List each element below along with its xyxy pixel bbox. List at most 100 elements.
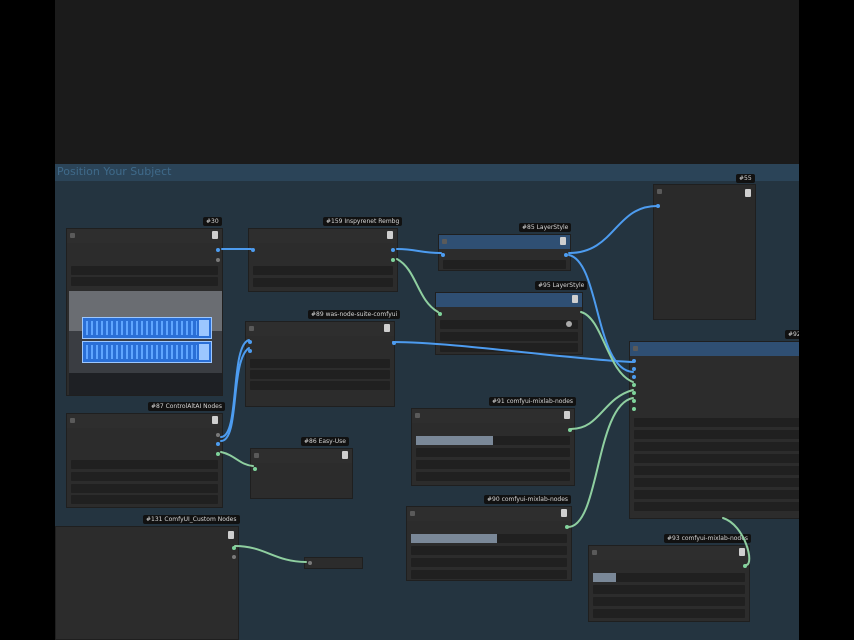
output-pin[interactable]	[392, 341, 396, 345]
output-pin[interactable]	[391, 248, 395, 252]
node-85-layerstyle[interactable]	[438, 234, 571, 271]
input-pin[interactable]	[248, 340, 252, 344]
node-header[interactable]	[249, 229, 397, 243]
document-icon[interactable]	[387, 231, 393, 239]
node-header[interactable]	[436, 293, 582, 307]
widget-row[interactable]	[634, 466, 799, 475]
input-pin[interactable]	[632, 367, 636, 371]
widget-row[interactable]	[634, 502, 799, 511]
collapse-dot-icon[interactable]	[442, 239, 447, 244]
collapse-dot-icon[interactable]	[70, 418, 75, 423]
widget-row[interactable]	[411, 558, 567, 567]
output-pin[interactable]	[568, 428, 572, 432]
node-159-inspyrenet-rembg[interactable]	[248, 228, 398, 292]
graph-canvas[interactable]: Position Your Subject #30 #159 Inspyrene…	[55, 0, 799, 640]
reroute-node[interactable]	[304, 557, 363, 569]
widget-row[interactable]	[250, 359, 390, 368]
node-86-easy-use[interactable]	[250, 448, 353, 499]
widget-row[interactable]	[71, 266, 218, 275]
node-95-layerstyle[interactable]	[435, 292, 583, 355]
widget-row[interactable]	[634, 490, 799, 499]
input-pin[interactable]	[251, 248, 255, 252]
input-pin[interactable]	[308, 561, 312, 565]
input-pin[interactable]	[248, 349, 252, 353]
widget-row[interactable]	[71, 472, 218, 481]
document-icon[interactable]	[564, 411, 570, 419]
widget-row[interactable]	[634, 418, 799, 427]
document-icon[interactable]	[342, 451, 348, 459]
widget-row[interactable]	[250, 370, 390, 379]
widget-row[interactable]	[416, 472, 570, 481]
collapse-dot-icon[interactable]	[415, 413, 420, 418]
widget-row[interactable]	[443, 260, 566, 269]
node-header[interactable]	[589, 546, 749, 560]
document-icon[interactable]	[212, 231, 218, 239]
node-header[interactable]	[630, 342, 799, 356]
collapse-dot-icon[interactable]	[249, 326, 254, 331]
node-92-compositor[interactable]	[629, 341, 799, 519]
widget-row[interactable]	[71, 460, 218, 469]
node-55-preview[interactable]	[653, 184, 756, 320]
document-icon[interactable]	[384, 324, 390, 332]
node-30-load-image[interactable]	[66, 228, 223, 396]
widget-row[interactable]	[71, 495, 218, 504]
document-icon[interactable]	[561, 509, 567, 517]
slider-widget[interactable]	[416, 436, 570, 445]
output-pin[interactable]	[232, 546, 236, 550]
document-icon[interactable]	[228, 531, 234, 539]
output-pin[interactable]	[216, 248, 220, 252]
input-pin[interactable]	[656, 204, 660, 208]
widget-row[interactable]	[71, 277, 218, 286]
toggle-icon[interactable]	[566, 321, 572, 327]
widget-row[interactable]	[634, 478, 799, 487]
input-pin[interactable]	[632, 383, 636, 387]
slider-widget[interactable]	[593, 573, 745, 582]
node-header[interactable]	[251, 449, 352, 463]
widget-row[interactable]	[440, 343, 578, 352]
document-icon[interactable]	[212, 416, 218, 424]
node-93-mixlab[interactable]	[588, 545, 750, 622]
output-pin[interactable]	[565, 525, 569, 529]
output-pin[interactable]	[391, 258, 395, 262]
node-header[interactable]	[246, 322, 394, 336]
node-91-mixlab[interactable]	[411, 408, 575, 486]
widget-row[interactable]	[411, 570, 567, 579]
document-icon[interactable]	[572, 295, 578, 303]
node-header[interactable]	[67, 229, 222, 243]
output-pin[interactable]	[216, 258, 220, 262]
input-pin[interactable]	[632, 407, 636, 411]
output-pin[interactable]	[564, 253, 568, 257]
widget-row[interactable]	[440, 320, 578, 329]
widget-row[interactable]	[634, 430, 799, 439]
input-pin[interactable]	[632, 375, 636, 379]
input-pin[interactable]	[632, 391, 636, 395]
node-90-mixlab[interactable]	[406, 506, 572, 581]
widget-row[interactable]	[634, 442, 799, 451]
widget-row[interactable]	[593, 597, 745, 606]
output-pin[interactable]	[216, 442, 220, 446]
widget-row[interactable]	[416, 460, 570, 469]
node-87-controlaltai[interactable]	[66, 413, 223, 508]
document-icon[interactable]	[739, 548, 745, 556]
widget-row[interactable]	[411, 546, 567, 555]
output-pin[interactable]	[232, 555, 236, 559]
collapse-dot-icon[interactable]	[633, 346, 638, 351]
widget-row[interactable]	[71, 484, 218, 493]
widget-row[interactable]	[593, 609, 745, 618]
node-header[interactable]	[67, 414, 222, 428]
node-89-was-node-suite[interactable]	[245, 321, 396, 407]
widget-row[interactable]	[593, 585, 745, 594]
widget-row[interactable]	[253, 278, 393, 287]
widget-row[interactable]	[634, 454, 799, 463]
output-pin[interactable]	[216, 433, 220, 437]
collapse-dot-icon[interactable]	[70, 233, 75, 238]
document-icon[interactable]	[745, 189, 751, 197]
input-pin[interactable]	[632, 399, 636, 403]
node-header[interactable]	[407, 507, 571, 521]
slider-widget[interactable]	[411, 534, 567, 543]
input-pin[interactable]	[441, 253, 445, 257]
widget-row[interactable]	[250, 381, 390, 390]
input-pin[interactable]	[253, 467, 257, 471]
group-header[interactable]: Position Your Subject	[55, 164, 799, 181]
widget-row[interactable]	[253, 266, 393, 275]
